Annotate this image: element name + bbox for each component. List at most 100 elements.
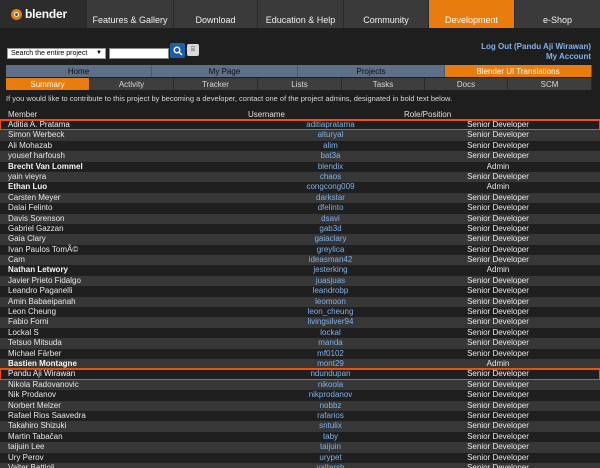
member-name: Nik Prodanov — [8, 390, 57, 400]
username-link[interactable]: alim — [248, 141, 413, 151]
nav-development[interactable]: Development — [428, 0, 514, 28]
search-button[interactable] — [170, 43, 185, 58]
member-name: Nathan Letwory — [8, 265, 69, 275]
username-link[interactable]: juasjuas — [248, 276, 413, 286]
username-link[interactable]: taby — [248, 432, 413, 442]
member-role: Senior Developer — [467, 307, 529, 317]
table-row: Davis Sorenson dsavi Senior Developer — [0, 213, 600, 224]
tab-blender-ui-translations[interactable]: Blender UI Translations — [445, 65, 592, 77]
member-role: Senior Developer — [467, 275, 529, 285]
my-account-link[interactable]: My Account — [481, 52, 591, 62]
nav-education-help[interactable]: Education & Help — [257, 0, 343, 28]
table-row: Fabio Forni livingsilver94 Senior Develope… — [0, 317, 600, 328]
logout-link[interactable]: Log Out (Pandu Aji Wirawan) — [481, 42, 591, 52]
member-name: Ury Perov — [8, 452, 44, 462]
member-role: Senior Developer — [467, 369, 529, 379]
username-link[interactable]: lockal — [248, 328, 413, 338]
search-input[interactable] — [109, 48, 169, 59]
username-link[interactable]: leomoon — [248, 297, 413, 307]
username-link[interactable]: greylica — [248, 245, 413, 255]
tab-lists[interactable]: Lists — [258, 78, 342, 90]
chevron-down-icon: ▼ — [96, 50, 102, 56]
table-row: yousef harfoush bat3a Senior Developer — [0, 151, 600, 162]
table-row: Cam ideasman42 Senior Developer — [0, 255, 600, 266]
username-link[interactable]: gaiaclary — [248, 234, 413, 244]
table-row: taijuin Lee taijuin Senior Developer — [0, 442, 600, 453]
tab-tasks[interactable]: Tasks — [342, 78, 425, 90]
username-link[interactable]: aditiapratama — [248, 120, 413, 130]
member-name: Gaia Clary — [8, 234, 46, 244]
username-link[interactable]: nikoola — [248, 380, 413, 390]
username-link[interactable]: leon_cheung — [248, 307, 413, 317]
nav-community[interactable]: Community — [343, 0, 428, 28]
username-link[interactable]: blendix — [248, 162, 413, 172]
nav-features-gallery[interactable]: Features & Gallery — [86, 0, 173, 28]
advanced-search-icon[interactable]: ⌸ — [187, 44, 199, 56]
member-role: Senior Developer — [467, 171, 529, 181]
tab-my-page[interactable]: My Page — [152, 65, 298, 77]
username-link[interactable]: nobbz — [248, 401, 413, 411]
nav-eshop[interactable]: e-Shop — [514, 0, 600, 28]
table-row: Nathan Letwory jesterking Admin — [0, 265, 600, 276]
logo-text: blender — [25, 7, 67, 21]
tab-summary[interactable]: Summary — [6, 78, 90, 90]
username-link[interactable]: bat3a — [248, 151, 413, 161]
tab-projects[interactable]: Projects — [298, 65, 445, 77]
members-table-header: Member Username Role/Position — [0, 108, 600, 120]
member-name: Brecht Van Lommel — [8, 161, 83, 171]
search-icon — [173, 46, 183, 56]
tab-home[interactable]: Home — [6, 65, 152, 77]
member-name: Javier Prieto Fidalgo — [8, 275, 81, 285]
member-role: Senior Developer — [467, 192, 529, 202]
search-scope-select[interactable]: Search the entire project ▼ — [7, 48, 106, 59]
username-link[interactable]: valtersb — [248, 463, 413, 468]
username-link[interactable]: dfelinto — [248, 203, 413, 213]
member-name: Michael Färber — [8, 348, 62, 358]
member-name: Rafael Rios Saavedra — [8, 410, 86, 420]
username-link[interactable]: sntulix — [248, 421, 413, 431]
username-link[interactable]: congcong009 — [248, 182, 413, 192]
nav-download[interactable]: Download — [173, 0, 257, 28]
main-nav: Features & Gallery Download Education & … — [86, 0, 600, 28]
username-link[interactable]: dsavi — [248, 214, 413, 224]
member-name: Ivan Paulos TomÃ© — [8, 244, 79, 254]
username-link[interactable]: chaos — [248, 172, 413, 182]
member-name: Davis Sorenson — [8, 213, 65, 223]
tab-scm[interactable]: SCM — [508, 78, 592, 90]
table-row: Amin Babaeipanah leomoon Senior Developer — [0, 296, 600, 308]
table-row: Valter Battioli valtersb Senior Developer — [0, 462, 600, 468]
username-link[interactable]: darkstar — [248, 193, 413, 203]
member-name: Ethan Luo — [8, 182, 48, 192]
member-role: Senior Developer — [467, 223, 529, 233]
username-link[interactable]: jesterking — [248, 265, 413, 275]
member-name: Nikola Radovanovic — [8, 379, 79, 389]
member-role: Senior Developer — [467, 379, 529, 389]
member-name: taijuin Lee — [8, 442, 45, 452]
blender-logo[interactable]: blender — [0, 0, 86, 28]
member-name: Takahiro Shizuki — [8, 421, 67, 431]
username-link[interactable]: alturyal — [248, 130, 413, 140]
blender-logo-icon — [9, 7, 23, 21]
username-link[interactable]: ideasman42 — [248, 255, 413, 265]
username-link[interactable]: gab3d — [248, 224, 413, 234]
username-link[interactable]: livingsilver94 — [248, 317, 413, 327]
member-role: Senior Developer — [467, 203, 529, 213]
username-link[interactable]: mont29 — [248, 359, 413, 369]
username-link[interactable]: manda — [248, 338, 413, 348]
username-link[interactable]: ndundupan — [248, 369, 413, 379]
member-name: Ali Mohazab — [8, 140, 53, 150]
member-role: Senior Developer — [467, 462, 529, 468]
tab-tracker[interactable]: Tracker — [174, 78, 258, 90]
username-link[interactable]: nikprodanov — [248, 390, 413, 400]
username-link[interactable]: taijuin — [248, 442, 413, 452]
search-bar: Search the entire project ▼ ⌸ Log Out (P… — [0, 40, 600, 64]
tab-docs[interactable]: Docs — [425, 78, 508, 90]
username-link[interactable]: mf0102 — [248, 349, 413, 359]
table-row: Dalai Felinto dfelinto Senior Developer — [0, 203, 600, 214]
username-link[interactable]: leandrobp — [248, 286, 413, 296]
project-sub-tabs: Summary Activity Tracker Lists Tasks Doc… — [6, 78, 592, 90]
username-link[interactable]: rafarios — [248, 411, 413, 421]
tab-activity[interactable]: Activity — [90, 78, 174, 90]
username-link[interactable]: urypet — [248, 453, 413, 463]
member-role: Senior Developer — [467, 286, 529, 296]
